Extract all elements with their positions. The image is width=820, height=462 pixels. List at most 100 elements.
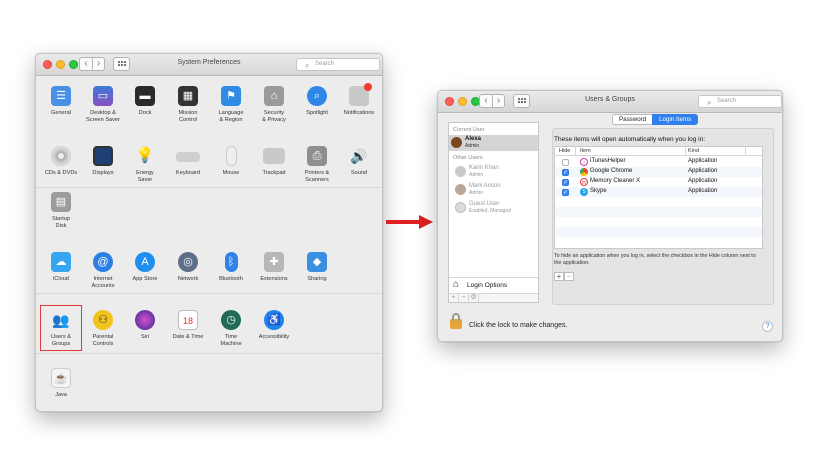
- dock-icon: ▬: [135, 86, 155, 106]
- pane-keyboard[interactable]: Keyboard: [167, 146, 209, 177]
- login-items-table: Hide Item Kind ♪ iTunesHelper Applicatio…: [554, 146, 763, 249]
- remove-item-button[interactable]: −: [564, 272, 574, 281]
- display-icon: [93, 146, 113, 166]
- user-alexa[interactable]: Alexa Admin: [449, 135, 538, 151]
- tab-password[interactable]: Password: [612, 114, 653, 125]
- parental-icon: ⚇: [93, 310, 113, 330]
- lock-text: Click the lock to make changes.: [469, 322, 568, 329]
- add-user-button[interactable]: +: [449, 294, 459, 302]
- pane-users-groups[interactable]: 👥 Users & Groups: [40, 310, 82, 348]
- table-header: Hide Item Kind: [555, 147, 762, 156]
- current-user-header: Current User: [453, 127, 485, 133]
- search-placeholder: Search: [315, 61, 335, 67]
- table-row[interactable]: ✓ S Skype Application: [555, 187, 762, 197]
- app-store-icon: A: [135, 252, 155, 272]
- spotlight-icon: ⌕: [307, 86, 327, 106]
- hide-checkbox[interactable]: ✓: [562, 169, 569, 176]
- search-field[interactable]: ⌕ Search: [296, 58, 380, 71]
- java-icon: ☕: [51, 368, 71, 388]
- pane-spotlight[interactable]: ⌕ Spotlight: [296, 86, 338, 117]
- pane-startup-disk[interactable]: ▤ Startup Disk: [40, 192, 82, 230]
- desktop-icon: ▭: [93, 86, 113, 106]
- pane-trackpad[interactable]: Trackpad: [253, 146, 295, 177]
- pane-general[interactable]: ☰ General: [40, 86, 82, 117]
- house-icon: ⌂: [453, 279, 460, 290]
- tab-control: Password Login Items: [612, 114, 699, 125]
- user-mark-anson[interactable]: Mark Anson Admin: [453, 182, 537, 198]
- hide-checkbox[interactable]: ✓: [562, 179, 569, 186]
- hide-checkbox[interactable]: ✓: [562, 189, 569, 196]
- pane-security[interactable]: ⌂ Security & Privacy: [253, 86, 295, 124]
- empty-row: [555, 227, 762, 237]
- pane-app-store[interactable]: A App Store: [124, 252, 166, 283]
- table-row[interactable]: ✓ Google Chrome Application: [555, 167, 762, 177]
- search-icon: ⌕: [707, 98, 712, 107]
- pane-cds-dvds[interactable]: CDs & DVDs: [40, 146, 82, 177]
- pane-displays[interactable]: Displays: [82, 146, 124, 177]
- sharing-icon: ◆: [307, 252, 327, 272]
- avatar: [451, 137, 462, 148]
- table-row[interactable]: ✓ m Memory Cleaner X Application: [555, 177, 762, 187]
- printer-icon: ⎙: [307, 146, 327, 166]
- pane-printers[interactable]: ⎙ Printers & Scanners: [296, 146, 338, 184]
- pane-desktop[interactable]: ▭ Desktop & Screen Saver: [82, 86, 124, 124]
- pane-java[interactable]: ☕ Java: [40, 368, 82, 399]
- avatar: [455, 166, 466, 177]
- search-placeholder: Search: [717, 98, 737, 104]
- bluetooth-icon: ᛒ: [224, 252, 238, 272]
- hide-checkbox[interactable]: [562, 159, 569, 166]
- pane-bluetooth[interactable]: ᛒ Bluetooth: [210, 252, 252, 283]
- time-machine-icon: ◷: [221, 310, 241, 330]
- disk-icon: ▤: [51, 192, 71, 212]
- speaker-icon: 🔊: [350, 148, 368, 164]
- pane-date-time[interactable]: 18 Date & Time: [167, 310, 209, 341]
- pane-siri[interactable]: Siri: [124, 310, 166, 341]
- title-bar: ‹ › Users & Groups ⌕ Search: [438, 91, 782, 113]
- column-kind[interactable]: Kind: [688, 148, 699, 154]
- hide-hint-text: To hide an application when you log in, …: [554, 253, 756, 266]
- gear-icon[interactable]: ⚙: [469, 294, 479, 302]
- login-options[interactable]: ⌂ Login Options: [449, 277, 538, 293]
- pane-notifications[interactable]: Notifications: [338, 83, 380, 117]
- pane-language[interactable]: ⚑ Language & Region: [210, 86, 252, 124]
- pane-mission-control[interactable]: ▦ Mission Control: [167, 86, 209, 124]
- pane-icloud[interactable]: ☁ iCloud: [40, 252, 82, 283]
- pane-sound[interactable]: 🔊 Sound: [338, 146, 380, 177]
- user-karin-khan[interactable]: Karin Khan Admin: [453, 164, 537, 180]
- tab-login-items[interactable]: Login Items: [652, 114, 699, 125]
- pane-mouse[interactable]: Mouse: [210, 146, 252, 177]
- empty-row: [555, 217, 762, 227]
- pane-sharing[interactable]: ◆ Sharing: [296, 252, 338, 283]
- sidebar-controls: + − ⚙: [449, 293, 538, 302]
- pane-accessibility[interactable]: ♿ Accessibility: [253, 310, 295, 341]
- pane-extensions[interactable]: ✚ Extensions: [253, 252, 295, 283]
- globe-icon: ◎: [178, 252, 198, 272]
- remove-user-button[interactable]: −: [459, 294, 469, 302]
- help-button[interactable]: ?: [762, 321, 773, 332]
- pane-network[interactable]: ◎ Network: [167, 252, 209, 283]
- chrome-icon: [580, 168, 588, 176]
- column-hide[interactable]: Hide: [559, 148, 570, 154]
- cloud-icon: ☁: [51, 252, 71, 272]
- search-field[interactable]: ⌕ Search: [698, 95, 782, 108]
- column-item[interactable]: Item: [580, 148, 591, 154]
- system-preferences-window: ‹ › System Preferences ⌕ Search ☰ Genera…: [35, 53, 383, 412]
- at-icon: @: [93, 252, 113, 272]
- empty-row: [555, 197, 762, 207]
- pane-time-machine[interactable]: ◷ Time Machine: [210, 310, 252, 348]
- pane-energy-saver[interactable]: 💡 Energy Saver: [124, 146, 166, 184]
- table-row[interactable]: ♪ iTunesHelper Application: [555, 157, 762, 167]
- mission-control-icon: ▦: [178, 86, 198, 106]
- add-item-button[interactable]: +: [554, 272, 564, 281]
- bulb-icon: 💡: [135, 147, 155, 164]
- pane-parental-controls[interactable]: ⚇ Parental Controls: [82, 310, 124, 348]
- pane-internet-accounts[interactable]: @ Internet Accounts: [82, 252, 124, 290]
- house-icon: ⌂: [264, 86, 284, 106]
- user-guest[interactable]: Guest User Enabled, Managed: [453, 200, 537, 216]
- calendar-icon: 18: [178, 310, 198, 330]
- mouse-icon: [225, 146, 237, 166]
- avatar: [455, 202, 466, 213]
- section-system: [36, 354, 382, 411]
- puzzle-icon: ✚: [264, 252, 284, 272]
- pane-dock[interactable]: ▬ Dock: [124, 86, 166, 117]
